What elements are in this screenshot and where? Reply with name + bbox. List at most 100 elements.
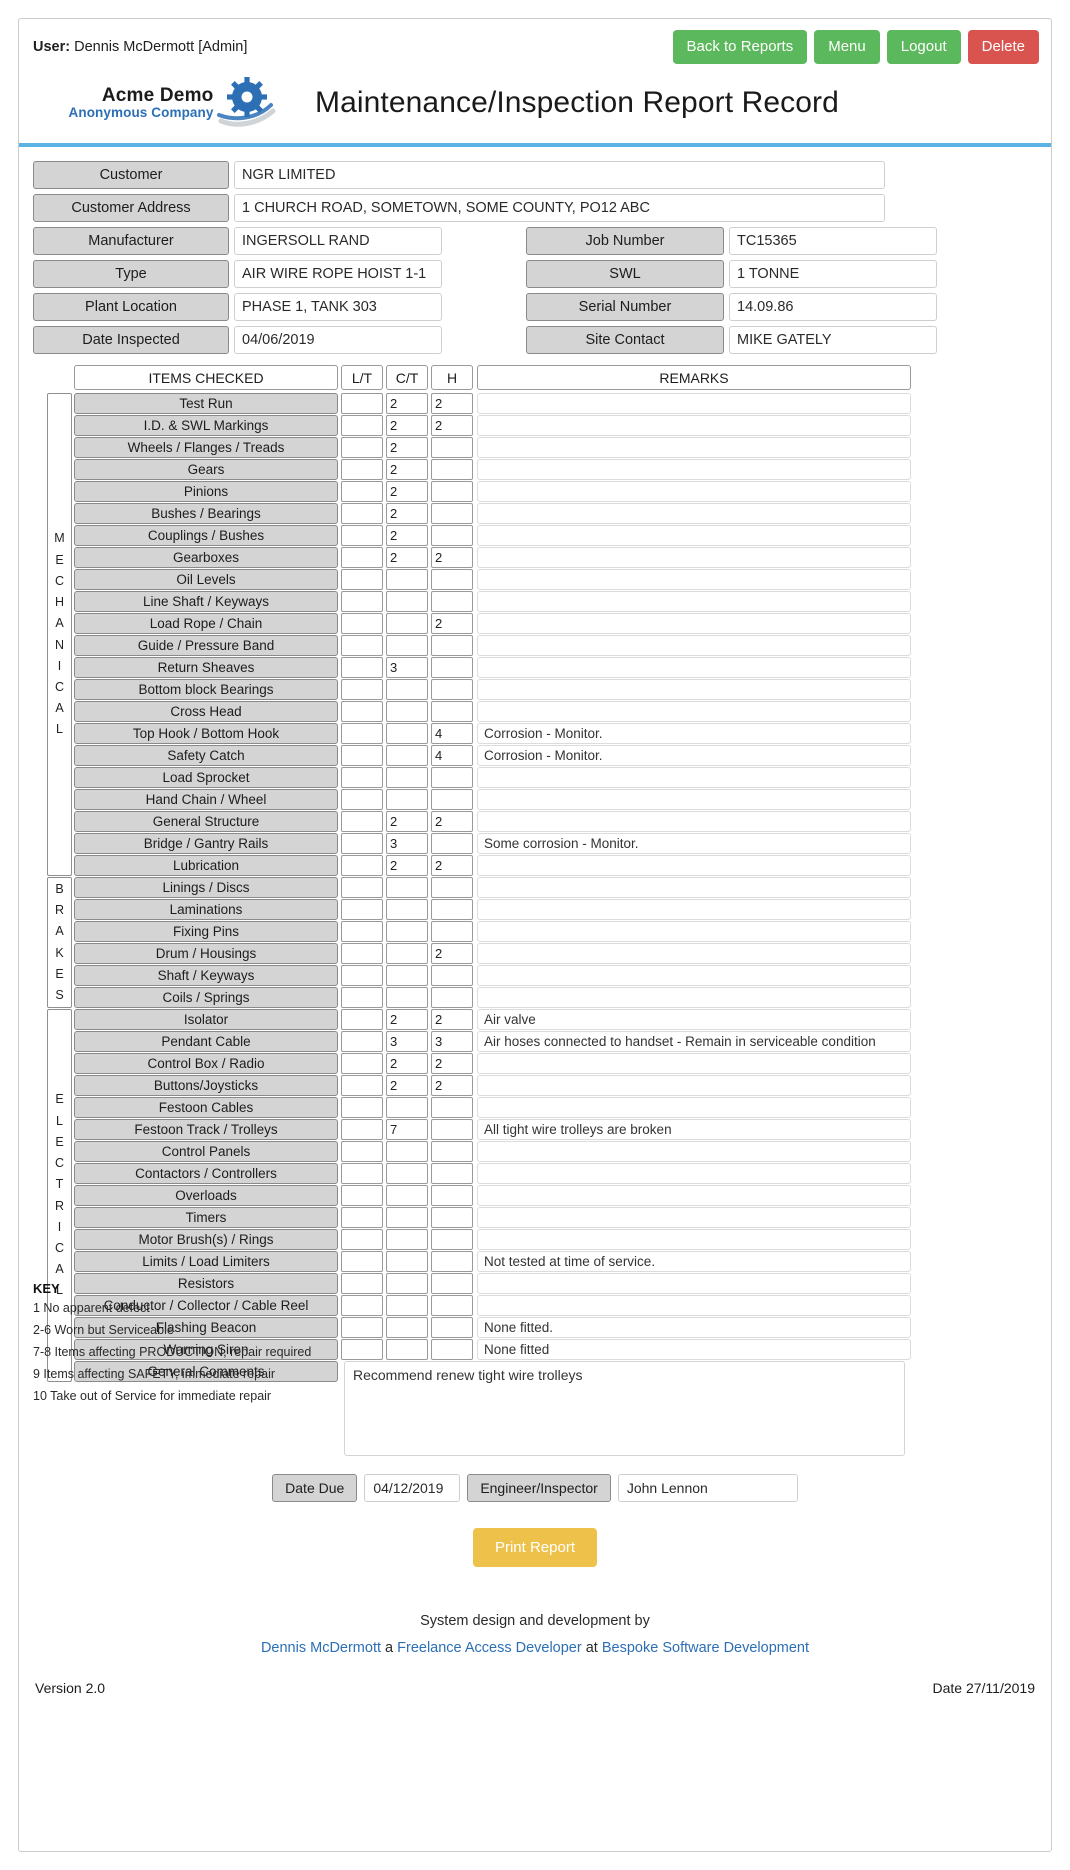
row-h-cell[interactable] (431, 1207, 473, 1228)
row-ct-cell[interactable]: 2 (386, 525, 428, 546)
row-lt-cell[interactable] (341, 657, 383, 678)
row-lt-cell[interactable] (341, 503, 383, 524)
row-ct-cell[interactable] (386, 965, 428, 986)
row-h-cell[interactable]: 2 (431, 1053, 473, 1074)
site-contact-input[interactable]: MIKE GATELY (729, 326, 937, 354)
row-ct-cell[interactable] (386, 1141, 428, 1162)
print-report-button[interactable]: Print Report (472, 1528, 598, 1567)
row-ct-cell[interactable]: 2 (386, 1053, 428, 1074)
row-lt-cell[interactable] (341, 437, 383, 458)
row-h-cell[interactable] (431, 833, 473, 854)
row-remarks-cell[interactable]: Air valve (477, 1009, 911, 1030)
customer-address-input[interactable]: 1 CHURCH ROAD, SOMETOWN, SOME COUNTY, PO… (234, 194, 885, 222)
row-h-cell[interactable] (431, 921, 473, 942)
row-lt-cell[interactable] (341, 679, 383, 700)
row-h-cell[interactable] (431, 657, 473, 678)
row-ct-cell[interactable]: 2 (386, 481, 428, 502)
row-lt-cell[interactable] (341, 1163, 383, 1184)
row-remarks-cell[interactable] (477, 965, 911, 986)
date-inspected-input[interactable]: 04/06/2019 (234, 326, 442, 354)
row-remarks-cell[interactable] (477, 415, 911, 436)
row-lt-cell[interactable] (341, 1207, 383, 1228)
row-lt-cell[interactable] (341, 789, 383, 810)
row-h-cell[interactable]: 3 (431, 1031, 473, 1052)
row-h-cell[interactable] (431, 1295, 473, 1316)
row-remarks-cell[interactable]: Corrosion - Monitor. (477, 723, 911, 744)
row-h-cell[interactable] (431, 789, 473, 810)
row-h-cell[interactable] (431, 701, 473, 722)
row-remarks-cell[interactable] (477, 1207, 911, 1228)
row-lt-cell[interactable] (341, 921, 383, 942)
row-ct-cell[interactable] (386, 921, 428, 942)
row-remarks-cell[interactable]: Not tested at time of service. (477, 1251, 911, 1272)
row-h-cell[interactable]: 2 (431, 855, 473, 876)
row-h-cell[interactable]: 2 (431, 943, 473, 964)
row-lt-cell[interactable] (341, 525, 383, 546)
row-remarks-cell[interactable] (477, 1075, 911, 1096)
menu-button[interactable]: Menu (814, 30, 880, 64)
row-ct-cell[interactable] (386, 701, 428, 722)
row-h-cell[interactable] (431, 987, 473, 1008)
row-lt-cell[interactable] (341, 393, 383, 414)
row-h-cell[interactable]: 2 (431, 1075, 473, 1096)
row-lt-cell[interactable] (341, 481, 383, 502)
row-ct-cell[interactable]: 2 (386, 459, 428, 480)
row-ct-cell[interactable] (386, 1207, 428, 1228)
row-h-cell[interactable] (431, 525, 473, 546)
row-h-cell[interactable] (431, 1317, 473, 1338)
delete-button[interactable]: Delete (967, 30, 1039, 64)
row-remarks-cell[interactable] (477, 1141, 911, 1162)
row-ct-cell[interactable] (386, 723, 428, 744)
row-ct-cell[interactable]: 2 (386, 855, 428, 876)
row-lt-cell[interactable] (341, 723, 383, 744)
row-ct-cell[interactable]: 3 (386, 657, 428, 678)
row-remarks-cell[interactable] (477, 393, 911, 414)
row-remarks-cell[interactable] (477, 459, 911, 480)
row-ct-cell[interactable]: 2 (386, 1075, 428, 1096)
row-remarks-cell[interactable] (477, 987, 911, 1008)
row-ct-cell[interactable] (386, 1317, 428, 1338)
row-lt-cell[interactable] (341, 635, 383, 656)
row-h-cell[interactable] (431, 1097, 473, 1118)
row-remarks-cell[interactable] (477, 1053, 911, 1074)
row-h-cell[interactable]: 2 (431, 613, 473, 634)
row-ct-cell[interactable] (386, 943, 428, 964)
row-h-cell[interactable] (431, 591, 473, 612)
row-remarks-cell[interactable] (477, 767, 911, 788)
row-remarks-cell[interactable] (477, 1185, 911, 1206)
row-remarks-cell[interactable]: Corrosion - Monitor. (477, 745, 911, 766)
row-lt-cell[interactable] (341, 987, 383, 1008)
back-to-reports-button[interactable]: Back to Reports (672, 30, 808, 64)
row-h-cell[interactable] (431, 1339, 473, 1360)
row-remarks-cell[interactable] (477, 1229, 911, 1250)
row-remarks-cell[interactable] (477, 591, 911, 612)
row-h-cell[interactable] (431, 481, 473, 502)
row-lt-cell[interactable] (341, 1075, 383, 1096)
row-ct-cell[interactable]: 2 (386, 437, 428, 458)
row-remarks-cell[interactable] (477, 547, 911, 568)
row-h-cell[interactable] (431, 437, 473, 458)
row-h-cell[interactable]: 4 (431, 745, 473, 766)
logout-button[interactable]: Logout (886, 30, 961, 64)
row-remarks-cell[interactable]: None fitted (477, 1339, 911, 1360)
row-lt-cell[interactable] (341, 1229, 383, 1250)
developer-name-link[interactable]: Dennis McDermott (261, 1640, 381, 1656)
row-remarks-cell[interactable] (477, 855, 911, 876)
type-input[interactable]: AIR WIRE ROPE HOIST 1-1 (234, 260, 442, 288)
row-ct-cell[interactable] (386, 1295, 428, 1316)
row-lt-cell[interactable] (341, 965, 383, 986)
row-ct-cell[interactable] (386, 789, 428, 810)
row-h-cell[interactable]: 2 (431, 547, 473, 568)
row-lt-cell[interactable] (341, 1097, 383, 1118)
row-lt-cell[interactable] (341, 1185, 383, 1206)
row-ct-cell[interactable] (386, 1163, 428, 1184)
row-lt-cell[interactable] (341, 415, 383, 436)
row-h-cell[interactable] (431, 1229, 473, 1250)
row-h-cell[interactable] (431, 1185, 473, 1206)
row-lt-cell[interactable] (341, 1119, 383, 1140)
row-lt-cell[interactable] (341, 613, 383, 634)
row-lt-cell[interactable] (341, 459, 383, 480)
swl-input[interactable]: 1 TONNE (729, 260, 937, 288)
row-remarks-cell[interactable] (477, 437, 911, 458)
row-ct-cell[interactable] (386, 877, 428, 898)
